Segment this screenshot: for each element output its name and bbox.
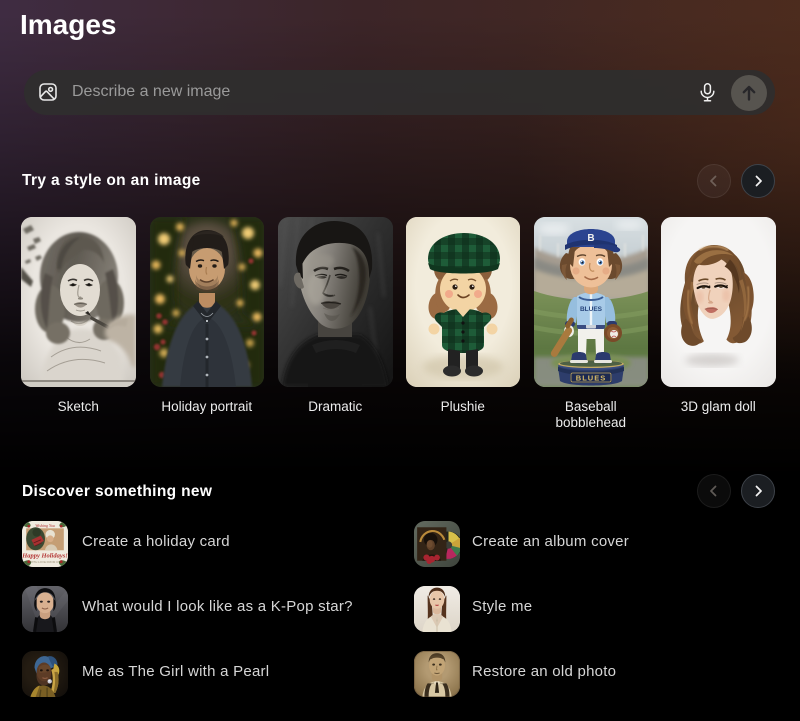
svg-text:B: B [587, 233, 594, 244]
svg-text:BLUES: BLUES [575, 374, 605, 383]
svg-text:BLUES: BLUES [579, 306, 602, 313]
svg-text:Wishing You: Wishing You [35, 522, 55, 527]
svg-text:Happy Holidays!: Happy Holidays! [22, 552, 68, 559]
svg-text:WITH LOVE FROM US: WITH LOVE FROM US [29, 559, 59, 563]
